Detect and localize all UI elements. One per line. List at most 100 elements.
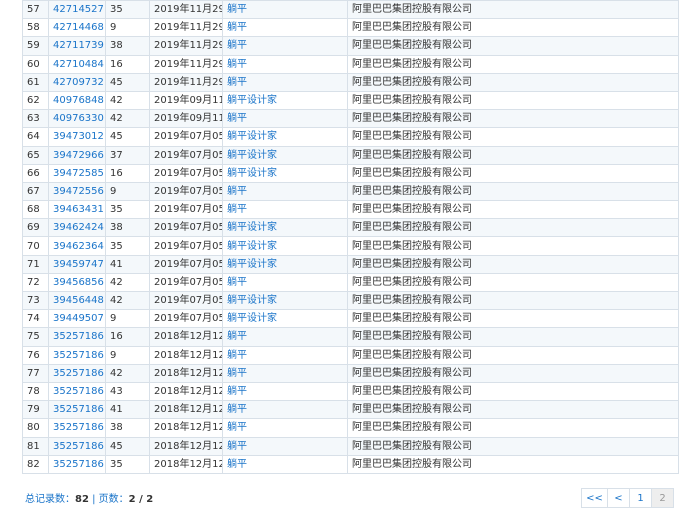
trademark-name-link[interactable]: 躺平设计家 [227,131,277,142]
registration-number-link[interactable]: 39463431 [53,204,104,215]
trademark-name-link[interactable]: 躺平设计家 [227,222,277,233]
trademark-name-link[interactable]: 躺平 [227,441,247,452]
trademark-name-link[interactable]: 躺平设计家 [227,95,277,106]
registration-number-link[interactable]: 35257186 [53,422,104,433]
row-number-cell: 66 [22,163,49,183]
registration-number-cell: 40976848 [48,90,106,111]
trademark-name-link[interactable]: 躺平 [227,77,247,88]
table-row: 74 3944950792019年07月05日躺平设计家 阿里巴巴集团控股有限公司 [22,309,679,329]
trademark-name-cell: 躺平设计家 [222,218,348,238]
trademark-name-link[interactable]: 躺平 [227,186,247,197]
class-cell: 45 [105,436,150,456]
application-date-cell: 2019年11月29日 [149,54,223,74]
row-number-cell: 77 [22,363,49,383]
pagination: << < 1 2 [581,488,674,508]
registration-number-link[interactable]: 42714468 [53,22,104,33]
application-date-cell: 2018年12月12日 [149,418,223,438]
registration-number-cell: 40976330 [48,109,106,129]
registration-number-link[interactable]: 35257186 [53,459,104,470]
first-page-button[interactable]: << [581,488,608,508]
registration-number-link[interactable]: 39472585 [53,168,104,179]
trademark-name-link[interactable]: 躺平设计家 [227,150,277,161]
registration-number-link[interactable]: 39462424 [53,222,104,233]
trademark-name-link[interactable]: 躺平 [227,204,247,215]
trademark-name-link[interactable]: 躺平 [227,4,247,15]
class-cell: 35 [105,0,150,20]
applicant-cell: 阿里巴巴集团控股有限公司 [347,418,679,438]
trademark-name-link[interactable]: 躺平设计家 [227,241,277,252]
registration-number-link[interactable]: 35257186 [53,386,104,397]
trademark-name-link[interactable]: 躺平 [227,368,247,379]
trademark-name-cell: 躺平设计家 [222,236,348,256]
registration-number-link[interactable]: 39472556 [53,186,104,197]
registration-number-link[interactable]: 35257186 [53,404,104,415]
trademark-name-link[interactable]: 躺平 [227,459,247,470]
registration-number-cell: 39456856 [48,272,106,293]
applicant-cell: 阿里巴巴集团控股有限公司 [347,0,679,20]
registration-number-link[interactable]: 39462364 [53,241,104,252]
registration-number-link[interactable]: 42714527 [53,4,104,15]
trademark-name-link[interactable]: 躺平 [227,277,247,288]
class-cell: 41 [105,254,150,274]
total-records-label: 总记录数： [25,494,75,505]
trademark-name-link[interactable]: 躺平 [227,350,247,361]
trademark-name-link[interactable]: 躺平 [227,422,247,433]
row-number-cell: 69 [22,218,49,238]
registration-number-link[interactable]: 39473012 [53,131,104,142]
registration-number-link[interactable]: 39456448 [53,295,104,306]
trademark-name-link[interactable]: 躺平 [227,404,247,415]
trademark-name-cell: 躺平设计家 [222,309,348,329]
class-cell: 37 [105,145,150,165]
application-date-cell: 2019年07月05日 [149,181,223,202]
page-1-button[interactable]: 1 [629,488,652,508]
registration-number-link[interactable]: 40976330 [53,113,104,124]
trademark-name-link[interactable]: 躺平 [227,113,247,124]
trademark-name-link[interactable]: 躺平 [227,331,247,342]
trademark-name-link[interactable]: 躺平 [227,59,247,70]
registration-number-link[interactable]: 35257186 [53,368,104,379]
application-date-cell: 2019年07月05日 [149,236,223,256]
trademark-name-cell: 躺平设计家 [222,163,348,183]
registration-number-link[interactable]: 40976848 [53,95,104,106]
row-number-cell: 76 [22,345,49,365]
application-date-cell: 2018年12月12日 [149,454,223,474]
applicant-cell: 阿里巴巴集团控股有限公司 [347,36,679,56]
trademark-name-link[interactable]: 躺平设计家 [227,295,277,306]
trademark-name-link[interactable]: 躺平 [227,22,247,33]
registration-number-link[interactable]: 39472966 [53,150,104,161]
trademark-name-cell: 躺平 [222,327,348,347]
trademark-name-link[interactable]: 躺平设计家 [227,168,277,179]
registration-number-cell: 39472556 [48,181,106,202]
trademark-table-container: 5742714527352019年11月29日躺平阿里巴巴集团控股有限公司584… [22,0,679,474]
applicant-cell: 阿里巴巴集团控股有限公司 [347,236,679,256]
application-date-cell: 2019年11月29日 [149,0,223,20]
registration-number-link[interactable]: 35257186 [53,441,104,452]
trademark-name-cell: 躺平 [222,72,348,92]
trademark-name-link[interactable]: 躺平设计家 [227,259,277,270]
registration-number-cell: 35257186 [48,454,106,474]
registration-number-link[interactable]: 42711739 [53,40,104,51]
applicant-cell: 阿里巴巴集团控股有限公司 [347,272,679,293]
registration-number-cell: 42710484 [48,54,106,74]
trademark-name-link[interactable]: 躺平 [227,386,247,397]
prev-page-button[interactable]: < [607,488,630,508]
trademark-name-cell: 躺平 [222,54,348,74]
registration-number-link[interactable]: 35257186 [53,350,104,361]
page-2-button[interactable]: 2 [651,488,674,508]
registration-number-link[interactable]: 35257186 [53,331,104,342]
registration-number-link[interactable]: 39449507 [53,313,104,324]
trademark-name-link[interactable]: 躺平 [227,40,247,51]
table-row: 68 39463431352019年07月05日躺平 阿里巴巴集团控股有限公司 [22,200,679,220]
registration-number-link[interactable]: 39459747 [53,259,104,270]
applicant-cell: 阿里巴巴集团控股有限公司 [347,18,679,38]
applicant-cell: 阿里巴巴集团控股有限公司 [347,163,679,183]
trademark-name-cell: 躺平 [222,109,348,129]
registration-number-link[interactable]: 42710484 [53,59,104,70]
row-number-cell: 57 [22,0,49,20]
registration-number-link[interactable]: 39456856 [53,277,104,288]
applicant-cell: 阿里巴巴集团控股有限公司 [347,381,679,402]
registration-number-link[interactable]: 42709732 [53,77,104,88]
application-date-cell: 2019年07月05日 [149,200,223,220]
row-number-cell: 61 [22,72,49,92]
trademark-name-link[interactable]: 躺平设计家 [227,313,277,324]
